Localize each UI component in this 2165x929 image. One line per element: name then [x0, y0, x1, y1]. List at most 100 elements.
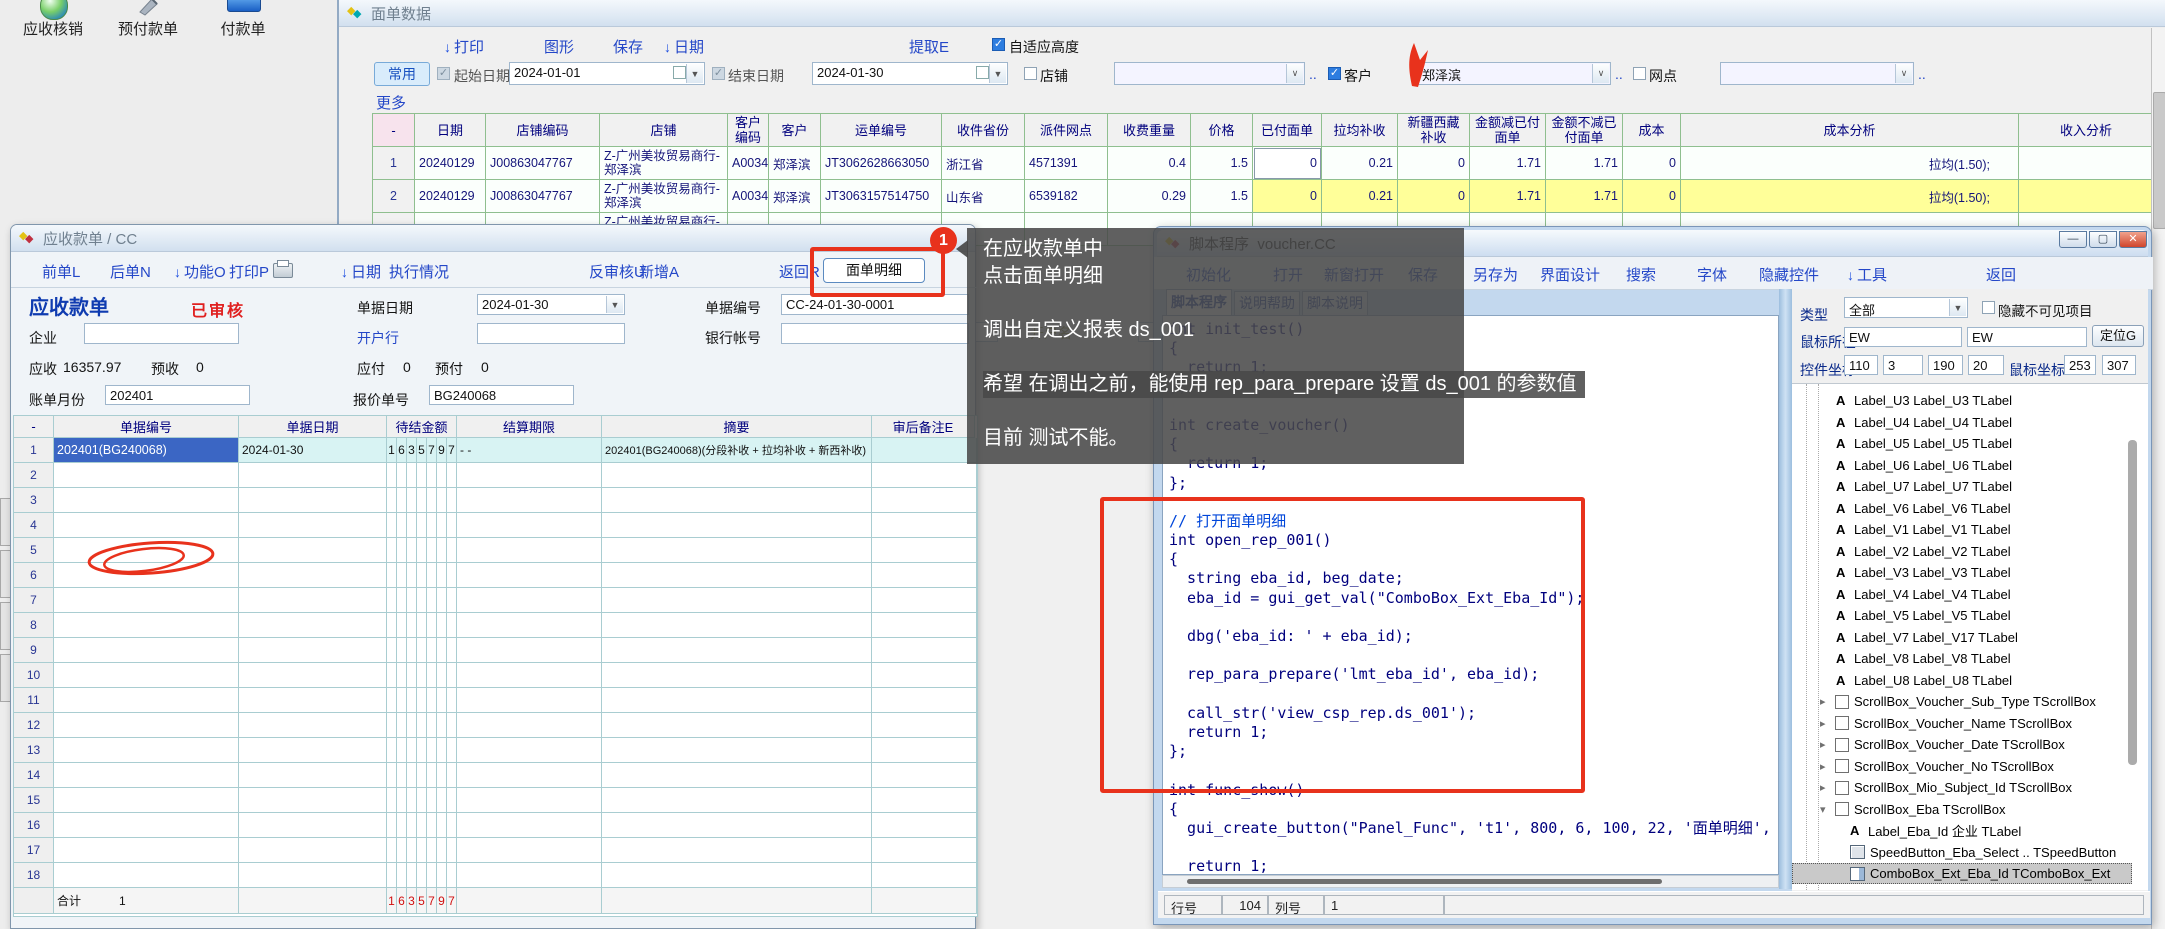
amount-digit-cell[interactable] [407, 463, 417, 488]
cell[interactable] [239, 888, 387, 914]
amount-digit-cell[interactable]: 5 [417, 888, 427, 914]
column-header[interactable]: 单据日期 [239, 416, 387, 438]
amount-digit-cell[interactable] [447, 813, 457, 838]
cell[interactable]: 0 [1623, 147, 1681, 180]
cell[interactable]: J00863047767 [486, 147, 600, 180]
cell[interactable]: 0.4 [1108, 147, 1191, 180]
amount-digit-cell[interactable] [437, 638, 447, 663]
cell[interactable] [54, 863, 239, 888]
amount-digit-cell[interactable] [437, 738, 447, 763]
tree-item[interactable]: ▸ScrollBox_Voucher_Sub_Type TScrollBox [1792, 691, 2132, 712]
amount-digit-cell[interactable] [437, 538, 447, 563]
tree-item[interactable]: ALabel_U6 Label_U6 TLabel [1792, 455, 2132, 476]
amount-digit-cell[interactable] [447, 738, 457, 763]
amount-digit-cell[interactable] [397, 563, 407, 588]
enterprise-field[interactable] [84, 323, 239, 344]
cell[interactable] [239, 463, 387, 488]
cell[interactable]: 1.71 [1546, 180, 1623, 213]
amount-digit-cell[interactable] [427, 713, 437, 738]
cell[interactable]: 0.21 [1322, 147, 1398, 180]
end-date-input[interactable]: 2024-01-30 ▼ [812, 62, 1008, 85]
column-header[interactable]: 店铺编码 [486, 114, 600, 147]
column-header[interactable]: 摘要 [602, 416, 872, 438]
cell[interactable]: 1.71 [1470, 180, 1546, 213]
amount-digit-cell[interactable] [407, 788, 417, 813]
amount-digit-cell[interactable] [407, 763, 417, 788]
amount-digit-cell[interactable] [397, 813, 407, 838]
start-date-input[interactable]: 2024-01-01 ▼ [509, 62, 705, 85]
menu-item[interactable]: 返回 [1986, 264, 2016, 285]
cell[interactable] [602, 488, 872, 513]
control-coord-y[interactable]: 3 [1883, 355, 1923, 375]
amount-digit-cell[interactable] [387, 688, 397, 713]
menu-item[interactable]: 反审核U [589, 261, 645, 282]
cell[interactable] [602, 863, 872, 888]
cell[interactable] [872, 463, 977, 488]
cell[interactable]: Z-广州美妆贸易商行-郑泽滨 [600, 147, 728, 180]
cell[interactable] [602, 563, 872, 588]
cell[interactable]: - - [457, 438, 602, 463]
amount-digit-cell[interactable] [397, 538, 407, 563]
amount-digit-cell[interactable] [427, 513, 437, 538]
outlet-checkbox[interactable] [1633, 67, 1646, 80]
amount-digit-cell[interactable] [437, 763, 447, 788]
amount-digit-cell[interactable] [427, 588, 437, 613]
tree-item[interactable]: ALabel_U5 Label_U5 TLabel [1792, 433, 2132, 454]
amount-digit-cell[interactable]: 3 [407, 438, 417, 463]
column-header[interactable]: 已付面单 [1253, 114, 1322, 147]
amount-digit-cell[interactable] [437, 788, 447, 813]
chevron-collapsed-icon[interactable]: ▸ [1820, 738, 1830, 751]
cell[interactable]: 0 [1253, 147, 1322, 180]
amount-digit-cell[interactable] [387, 463, 397, 488]
amount-digit-cell[interactable] [427, 613, 437, 638]
amount-digit-cell[interactable] [407, 713, 417, 738]
column-header[interactable]: 派件网点 [1025, 114, 1108, 147]
amount-digit-cell[interactable] [417, 463, 427, 488]
amount-digit-cell[interactable] [427, 688, 437, 713]
amount-digit-cell[interactable] [417, 838, 427, 863]
amount-digit-cell[interactable] [387, 738, 397, 763]
amount-digit-cell[interactable] [447, 763, 457, 788]
tree-item[interactable]: ALabel_V2 Label_V2 TLabel [1792, 541, 2132, 562]
bank-field[interactable] [477, 323, 625, 344]
cell[interactable]: 0.29 [1108, 180, 1191, 213]
cell[interactable] [239, 738, 387, 763]
cell[interactable] [872, 663, 977, 688]
end-date-checkbox[interactable]: ✓ [712, 67, 725, 80]
amount-digit-cell[interactable] [387, 788, 397, 813]
table-row[interactable]: 12 [14, 713, 977, 738]
table-row[interactable]: 10 [14, 663, 977, 688]
tree-item[interactable]: ALabel_V6 Label_V6 TLabel [1792, 498, 2132, 519]
table-row[interactable]: 2 [14, 463, 977, 488]
cell[interactable] [239, 563, 387, 588]
cell[interactable] [457, 688, 602, 713]
tree-item[interactable]: ALabel_V7 Label_V17 TLabel [1792, 627, 2132, 648]
amount-digit-cell[interactable] [437, 588, 447, 613]
cell[interactable] [54, 763, 239, 788]
cell[interactable] [602, 538, 872, 563]
cell[interactable] [457, 838, 602, 863]
row-number-cell[interactable]: 7 [14, 588, 54, 613]
cell[interactable] [602, 513, 872, 538]
cell[interactable] [239, 663, 387, 688]
cell[interactable]: 1.71 [1470, 147, 1546, 180]
cell[interactable]: 0 [1623, 180, 1681, 213]
amount-digit-cell[interactable]: 1 [387, 888, 397, 914]
amount-digit-cell[interactable] [387, 863, 397, 888]
cell[interactable] [2019, 147, 2154, 180]
table-row[interactable]: 8 [14, 613, 977, 638]
amount-digit-cell[interactable] [447, 463, 457, 488]
cell[interactable] [602, 738, 872, 763]
amount-digit-cell[interactable] [427, 563, 437, 588]
amount-digit-cell[interactable] [427, 788, 437, 813]
amount-digit-cell[interactable] [437, 463, 447, 488]
tree-item[interactable]: ALabel_U3 Label_U3 TLabel [1792, 390, 2132, 411]
table-row[interactable]: 17 [14, 838, 977, 863]
menu-date[interactable]: ↓日期 [664, 36, 704, 57]
amount-digit-cell[interactable] [407, 613, 417, 638]
chevron-down-icon[interactable]: ∨ [1592, 64, 1609, 83]
amount-digit-cell[interactable]: 1 [387, 438, 397, 463]
cell[interactable] [602, 838, 872, 863]
cell[interactable] [239, 613, 387, 638]
cell[interactable] [239, 538, 387, 563]
